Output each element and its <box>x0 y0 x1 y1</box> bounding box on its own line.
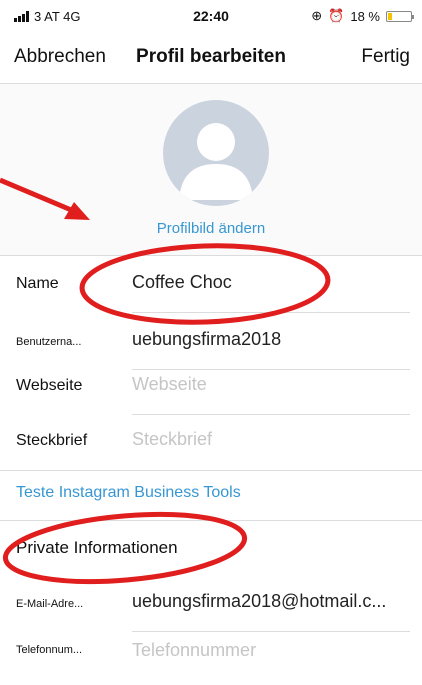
avatar[interactable] <box>163 100 269 206</box>
location-icon: ⊕ <box>311 8 323 23</box>
profile-photo-section: Profilbild ändern <box>0 84 422 256</box>
section-divider <box>0 520 422 521</box>
email-row[interactable]: E-Mail-Adre... uebungsfirma2018@hotmail.… <box>0 575 422 632</box>
bio-row[interactable]: Steckbrief Steckbrief <box>0 413 422 470</box>
alarm-icon: ⏰ <box>328 8 345 23</box>
done-button[interactable]: Fertig <box>361 46 410 68</box>
website-row[interactable]: Webseite Webseite <box>0 358 422 415</box>
private-info-heading: Private Informationen <box>16 538 178 557</box>
status-bar: 3 AT 4G 22:40 ⊕ ⏰ 18 % <box>0 0 422 34</box>
person-placeholder-icon <box>179 123 253 200</box>
page-title: Profil bearbeiten <box>136 46 286 67</box>
email-label: E-Mail-Adre... <box>16 598 84 610</box>
name-row[interactable]: Name Coffee Choc <box>0 256 422 313</box>
phone-field[interactable]: Telefonnummer <box>132 640 256 661</box>
name-field[interactable]: Coffee Choc <box>132 272 232 293</box>
status-right: ⊕ ⏰ 18 % <box>311 8 414 24</box>
battery-percent: 18 % <box>350 8 380 24</box>
phone-row[interactable]: Telefonnum... Telefonnummer <box>0 628 422 685</box>
website-field[interactable]: Webseite <box>132 374 207 395</box>
bio-label: Steckbrief <box>16 432 88 449</box>
section-divider <box>0 470 422 471</box>
navigation-bar: Abbrechen Profil bearbeiten Fertig <box>0 34 422 84</box>
business-tools-link[interactable]: Teste Instagram Business Tools <box>16 484 241 502</box>
bio-field[interactable]: Steckbrief <box>132 429 212 450</box>
username-label: Benutzerna... <box>16 336 82 348</box>
change-profile-photo-link[interactable]: Profilbild ändern <box>0 220 422 237</box>
website-label: Webseite <box>16 377 83 394</box>
username-field[interactable]: uebungsfirma2018 <box>132 329 281 350</box>
phone-label: Telefonnum... <box>16 644 83 656</box>
name-label: Name <box>16 275 59 292</box>
email-field[interactable]: uebungsfirma2018@hotmail.c... <box>132 591 386 612</box>
battery-icon <box>386 10 414 22</box>
